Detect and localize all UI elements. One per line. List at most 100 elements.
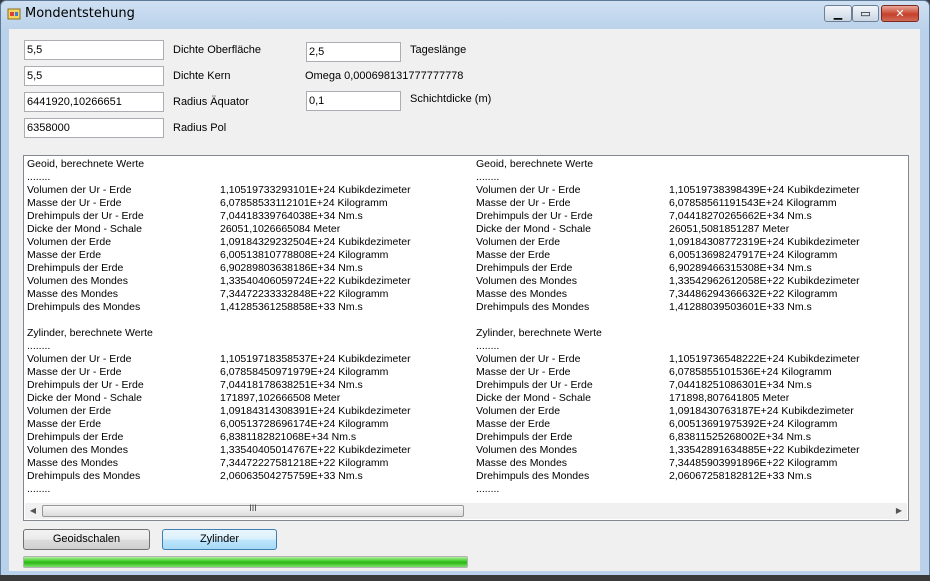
result-key: Drehimpuls der Erde: [476, 431, 573, 443]
progress-bar: [23, 556, 468, 568]
result-key: Drehimpuls der Ur - Erde: [27, 210, 144, 222]
maximize-icon: ▭: [860, 7, 871, 20]
close-icon: ✕: [895, 7, 905, 20]
result-key: ........: [27, 483, 51, 495]
result-value: 1,33542962612058E+22 Kubikdezimeter: [669, 275, 860, 287]
result-key: Volumen der Ur - Erde: [27, 353, 132, 365]
result-key: Drehimpuls der Ur - Erde: [27, 379, 144, 391]
result-key: Zylinder, berechnete Werte: [476, 327, 602, 339]
result-key: Masse der Erde: [27, 249, 102, 261]
result-value: 7,34485903991896E+22 Kilogramm: [669, 457, 838, 469]
minimize-button[interactable]: ▁: [824, 5, 852, 22]
result-value: 7,34472227581218E+22 Kilogramm: [220, 457, 389, 469]
dichte-oberflaeche-input[interactable]: 5,5: [24, 40, 164, 60]
result-key: Drehimpuls des Mondes: [476, 301, 590, 313]
result-value: 7,04418178638251E+34 Nm.s: [220, 379, 363, 391]
zylinder-button[interactable]: Zylinder: [162, 529, 277, 550]
background-strip: [0, 575, 930, 581]
result-key: Masse der Ur - Erde: [476, 366, 571, 378]
result-key: Drehimpuls der Erde: [27, 262, 124, 274]
result-key: Volumen des Mondes: [27, 275, 128, 287]
result-key: Volumen der Erde: [476, 405, 561, 417]
result-value: 1,33540406059724E+22 Kubikdezimeter: [220, 275, 411, 287]
app-icon: [7, 8, 21, 20]
result-key: Masse der Ur - Erde: [27, 366, 122, 378]
radius-aequator-input[interactable]: 6441920,10266651: [24, 92, 164, 112]
result-key: Masse des Mondes: [27, 288, 119, 300]
result-key: Volumen der Ur - Erde: [476, 353, 581, 365]
result-value: 7,04418339764038E+34 Nm.s: [220, 210, 363, 222]
scroll-right-arrow-icon[interactable]: ▶: [891, 503, 907, 519]
result-value: 1,41285361258858E+33 Nm.s: [220, 301, 363, 313]
radius-aequator-label: Radius Äquator: [173, 96, 249, 108]
result-key: ........: [476, 171, 500, 183]
result-value: 1,10519718358537E+24 Kubikdezimeter: [220, 353, 411, 365]
result-value: 6,07858533112101E+24 Kilogramm: [220, 197, 388, 209]
result-key: Volumen des Mondes: [27, 444, 128, 456]
schichtdicke-label: Schichtdicke (m): [410, 93, 492, 105]
result-value: 2,06063504275759E+33 Nm.s: [220, 470, 363, 482]
dichte-oberflaeche-label: Dichte Oberfläche: [173, 44, 262, 56]
result-value: 1,09184329232504E+24 Kubikdezimeter: [220, 236, 411, 248]
horizontal-scrollbar[interactable]: ◀ III ▶: [25, 503, 907, 519]
progress-fill: [24, 557, 467, 567]
result-value: 1,09184314308391E+24 Kubikdezimeter: [220, 405, 411, 417]
form-client-area: 5,5 Dichte Oberfläche 5,5 Dichte Kern 64…: [9, 29, 920, 571]
result-key: Volumen der Erde: [476, 236, 561, 248]
result-key: Masse der Erde: [476, 249, 551, 261]
scroll-left-arrow-icon[interactable]: ◀: [25, 503, 41, 519]
result-value: 1,09184308772319E+24 Kubikdezimeter: [669, 236, 860, 248]
result-value: 7,04418251086301E+34 Nm.s: [669, 379, 812, 391]
result-key: Volumen des Mondes: [476, 444, 577, 456]
geoidschalen-button[interactable]: Geoidschalen: [23, 529, 150, 550]
schichtdicke-input[interactable]: 0,1: [306, 91, 401, 111]
result-key: Masse des Mondes: [476, 457, 568, 469]
result-key: ........: [27, 171, 51, 183]
result-key: Dicke der Mond - Schale: [27, 392, 142, 404]
result-key: ........: [27, 340, 51, 352]
result-key: Dicke der Mond - Schale: [476, 392, 591, 404]
result-key: Drehimpuls des Mondes: [27, 470, 141, 482]
result-value: 1,10519733293101E+24 Kubikdezimeter: [220, 184, 411, 196]
result-value: 7,04418270265662E+34 Nm.s: [669, 210, 812, 222]
result-value: 1,41288039503601E+33 Nm.s: [669, 301, 812, 313]
radius-pol-input[interactable]: 6358000: [24, 118, 164, 138]
omega-label: Omega 0,000698131777777778: [305, 70, 464, 82]
tageslaenge-label: Tageslänge: [410, 44, 467, 56]
result-key: Volumen der Erde: [27, 236, 112, 248]
title-bar[interactable]: Mondentstehung ▁ ▭ ✕: [1, 1, 929, 28]
tageslaenge-input[interactable]: 2,5: [306, 42, 401, 62]
window-title: Mondentstehung: [25, 6, 135, 21]
result-value: 7,34486294366632E+22 Kilogramm: [669, 288, 838, 300]
maximize-button[interactable]: ▭: [852, 5, 879, 22]
result-key: Drehimpuls der Ur - Erde: [476, 379, 593, 391]
result-key: Dicke der Mond - Schale: [476, 223, 591, 235]
result-value: 1,0918430763187E+24 Kubikdezimeter: [669, 405, 854, 417]
result-value: 6,00513728696174E+24 Kilogramm: [220, 418, 389, 430]
result-value: 6,83811525268002E+34 Nm.s: [669, 431, 811, 443]
result-key: Masse der Erde: [27, 418, 102, 430]
result-key: ........: [476, 483, 500, 495]
result-value: 6,00513698247917E+24 Kilogramm: [669, 249, 838, 261]
result-key: Drehimpuls der Ur - Erde: [476, 210, 593, 222]
close-button[interactable]: ✕: [881, 5, 919, 22]
results-textbox[interactable]: Geoid, berechnete Werte........ Volumen d…: [23, 155, 909, 521]
result-value: 26051,1026665084 Meter: [220, 223, 341, 235]
result-value: 6,07858450971979E+24 Kilogramm: [220, 366, 389, 378]
result-value: 171898,807641805 Meter: [669, 392, 790, 404]
result-key: Drehimpuls der Erde: [476, 262, 573, 274]
result-key: Volumen der Ur - Erde: [476, 184, 581, 196]
result-key: Volumen der Erde: [27, 405, 112, 417]
result-value: 6,0785855101536E+24 Kilogramm: [669, 366, 832, 378]
result-key: Masse des Mondes: [27, 457, 119, 469]
result-key: Drehimpuls des Mondes: [476, 470, 590, 482]
result-value: 6,90289803638186E+34 Nm.s: [220, 262, 363, 274]
dichte-kern-input[interactable]: 5,5: [24, 66, 164, 86]
result-key: Masse der Ur - Erde: [476, 197, 571, 209]
result-key: Volumen des Mondes: [476, 275, 577, 287]
app-window: Mondentstehung ▁ ▭ ✕ 5,5 Dichte Oberfläc…: [0, 0, 930, 576]
result-key: Masse der Ur - Erde: [27, 197, 122, 209]
scrollbar-thumb[interactable]: III: [42, 503, 464, 517]
result-value: 1,10519736548222E+24 Kubikdezimeter: [669, 353, 860, 365]
minimize-icon: ▁: [833, 7, 843, 20]
